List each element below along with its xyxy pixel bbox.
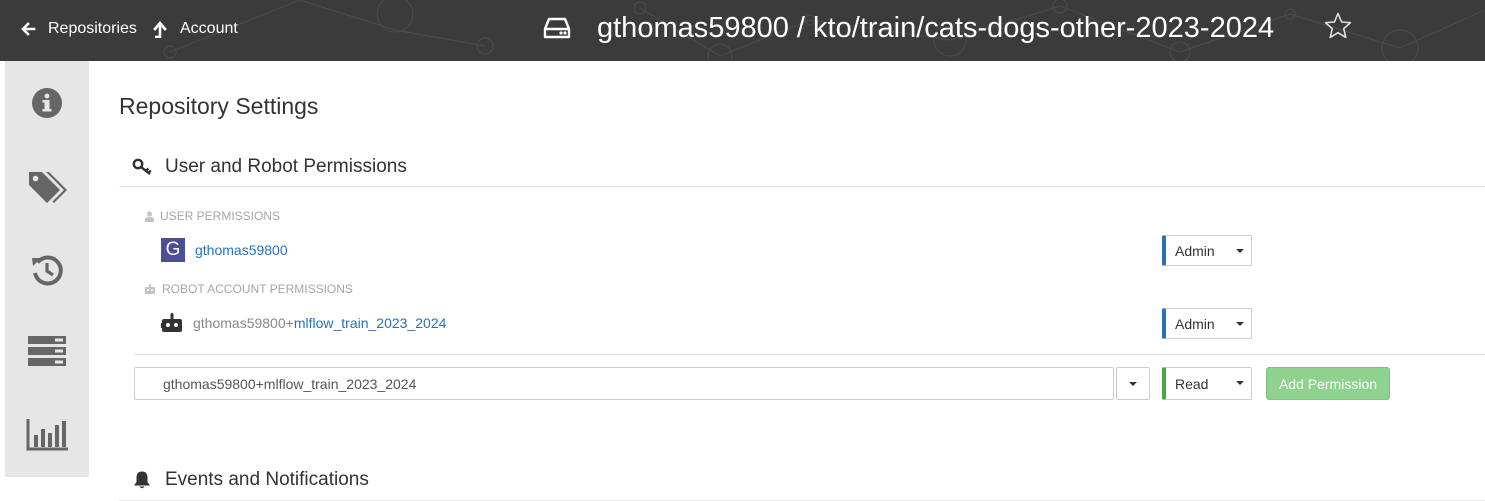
arrow-left-icon (21, 22, 36, 36)
user-role-dropdown[interactable]: Admin (1162, 235, 1252, 266)
left-sidebar (5, 61, 89, 477)
caret-down-icon (1236, 381, 1244, 385)
sidebar-item-builds[interactable] (5, 319, 89, 383)
nav-account-label: Account (180, 20, 238, 37)
user-permissions-group-label: USER PERMISSIONS (145, 209, 280, 223)
robot-namespace-prefix: gthomas59800+ (193, 315, 294, 331)
info-circle-icon (32, 88, 62, 118)
repository-path: gthomas59800 / kto/train/cats-dogs-other… (597, 11, 1275, 44)
robot-permissions-group-label: ROBOT ACCOUNT PERMISSIONS (144, 282, 353, 296)
new-permission-role-value: Read (1175, 375, 1209, 392)
hard-drive-icon (543, 17, 571, 39)
server-icon (28, 336, 66, 366)
sidebar-item-usage-logs[interactable] (5, 403, 89, 467)
history-icon (32, 255, 63, 286)
star-outline-icon[interactable] (1323, 11, 1353, 41)
robot-name-link[interactable]: mlflow_train_2023_2024 (294, 315, 447, 331)
nav-repositories-label: Repositories (48, 20, 137, 37)
user-icon (145, 210, 154, 222)
caret-down-icon (1236, 249, 1244, 253)
section-divider (134, 354, 1485, 355)
bar-chart-icon (26, 419, 68, 451)
sidebar-item-info[interactable] (5, 71, 89, 135)
new-permission-role-dropdown[interactable]: Read (1162, 367, 1252, 400)
events-section-title: Events and Notifications (165, 468, 369, 490)
user-name-link[interactable]: gthomas59800 (195, 242, 288, 258)
nav-repositories-link[interactable]: Repositories (20, 18, 137, 40)
page-title: Repository Settings (119, 93, 319, 119)
caret-down-icon (1129, 382, 1137, 386)
events-section-header: Events and Notifications (119, 459, 1485, 501)
entity-dropdown-toggle[interactable] (1116, 367, 1150, 400)
avatar: G (161, 238, 185, 262)
key-icon (132, 158, 152, 175)
sidebar-item-history[interactable] (5, 238, 89, 302)
user-permission-row: G gthomas59800 (161, 235, 288, 265)
robot-role-value: Admin (1175, 315, 1215, 332)
caret-down-icon (1236, 322, 1244, 326)
bell-icon (134, 471, 150, 488)
add-permission-button[interactable]: Add Permission (1266, 367, 1390, 400)
entity-search-input[interactable] (134, 367, 1114, 400)
sidebar-item-tags[interactable] (5, 155, 89, 219)
user-role-value: Admin (1175, 242, 1215, 259)
robot-role-dropdown[interactable]: Admin (1162, 308, 1252, 339)
robot-permission-row: gthomas59800+ mlflow_train_2023_2024 (161, 308, 446, 338)
robot-icon (161, 313, 182, 332)
robot-icon (145, 283, 155, 294)
repository-title: gthomas59800 / kto/train/cats-dogs-other… (543, 8, 1274, 48)
arrow-up-icon (153, 20, 167, 38)
top-header: Repositories Account gthomas59800 / kto/… (0, 0, 1485, 61)
tags-icon (29, 172, 67, 203)
nav-account-link[interactable]: Account (153, 18, 238, 40)
permissions-section-title: User and Robot Permissions (165, 155, 407, 177)
permissions-section-header: User and Robot Permissions (119, 147, 1485, 187)
